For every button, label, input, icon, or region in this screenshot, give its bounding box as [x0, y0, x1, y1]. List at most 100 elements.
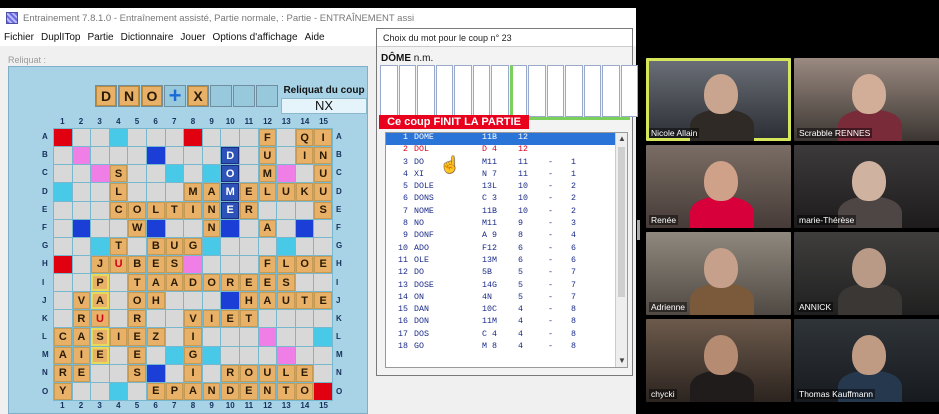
board-cell[interactable]: E — [128, 346, 146, 364]
board-cell[interactable]: R — [54, 364, 72, 382]
board-cell[interactable] — [314, 346, 332, 364]
board-cell[interactable] — [72, 183, 91, 201]
board-cell[interactable] — [295, 310, 314, 328]
board-cell[interactable] — [147, 129, 165, 147]
board-cell[interactable] — [91, 237, 109, 255]
board-cell[interactable]: R — [72, 310, 91, 328]
board-cell[interactable]: R — [221, 274, 239, 292]
board-cell[interactable]: E — [147, 255, 165, 274]
board-cell[interactable] — [72, 165, 91, 183]
board-cell[interactable] — [202, 292, 221, 310]
board-cell[interactable] — [147, 147, 165, 165]
board-cell[interactable]: W — [128, 219, 146, 237]
board-cell[interactable] — [314, 364, 332, 382]
participant-video-tile[interactable]: chycki — [646, 319, 791, 402]
board-cell[interactable] — [91, 219, 109, 237]
board-cell[interactable] — [128, 237, 146, 255]
participant-video-tile[interactable]: ANNICK — [794, 232, 939, 315]
board-cell[interactable] — [91, 364, 109, 382]
board-cell[interactable]: O — [202, 274, 221, 292]
board-cell[interactable] — [147, 165, 165, 183]
board-cell[interactable] — [54, 183, 72, 201]
board-cell[interactable]: I — [184, 201, 202, 219]
board-cell[interactable] — [258, 201, 277, 219]
board-cell[interactable]: D — [221, 382, 239, 400]
board-cell[interactable] — [128, 183, 146, 201]
word-list[interactable]: 1 DÔME 11B 12 2 DOL D 4 12 3 DO M11 11-1 4 XI N 7 11-1 5… — [385, 132, 628, 368]
word-list-row[interactable]: 6 DONS C 3 10 - 2 — [386, 194, 627, 206]
board-cell[interactable] — [277, 129, 295, 147]
board-cell[interactable] — [128, 165, 146, 183]
board-cell[interactable] — [240, 237, 258, 255]
board-cell[interactable] — [221, 219, 239, 237]
word-list-row[interactable]: 7 NOME 11B 10 - 2 — [386, 207, 627, 219]
rack-tile[interactable]: D — [96, 86, 116, 106]
board-cell[interactable]: E — [221, 201, 239, 219]
board-cell[interactable] — [54, 237, 72, 255]
board-cell[interactable] — [109, 129, 128, 147]
board-cell[interactable]: N — [202, 219, 221, 237]
menu-aide[interactable]: Aide — [305, 32, 325, 43]
word-list-row[interactable]: 18 GO M 8 4 - 8 — [386, 342, 627, 354]
menu-options-affichage[interactable]: Options d'affichage — [212, 32, 297, 43]
board-cell[interactable] — [109, 147, 128, 165]
rack-slot[interactable]: X — [187, 85, 209, 107]
word-list-row[interactable]: 13 DOSE 14G 5 - 7 — [386, 281, 627, 293]
board-cell[interactable]: A — [165, 274, 184, 292]
board-cell[interactable]: A — [184, 382, 202, 400]
board-cell[interactable] — [202, 147, 221, 165]
word-list-row[interactable]: 16 DON 11M 4 - 8 — [386, 317, 627, 329]
board-cell[interactable]: I — [72, 346, 91, 364]
board-cell[interactable] — [277, 237, 295, 255]
board-cell[interactable] — [258, 346, 277, 364]
board-cell[interactable] — [91, 201, 109, 219]
board-cell[interactable] — [54, 147, 72, 165]
participant-video-tile[interactable]: Thomas Kauffmann — [794, 319, 939, 402]
board-cell[interactable] — [314, 310, 332, 328]
board-cell[interactable] — [54, 201, 72, 219]
board-cell[interactable] — [147, 346, 165, 364]
board-cell[interactable]: I — [314, 129, 332, 147]
board-cell[interactable]: L — [277, 255, 295, 274]
board-cell[interactable]: K — [295, 183, 314, 201]
board-cell[interactable]: E — [258, 274, 277, 292]
board-cell[interactable]: T — [277, 382, 295, 400]
board-cell[interactable] — [314, 237, 332, 255]
word-list-row[interactable]: 11 OLE 13M 6 - 6 — [386, 256, 627, 268]
word-list-row[interactable]: 5 DOLE 13L 10 - 2 — [386, 182, 627, 194]
board-cell[interactable] — [221, 129, 239, 147]
board-cell[interactable] — [202, 328, 221, 346]
board-cell[interactable]: Q — [295, 129, 314, 147]
menu-partie[interactable]: Partie — [87, 32, 113, 43]
board-cell[interactable] — [128, 382, 146, 400]
board-cell[interactable] — [109, 364, 128, 382]
board-cell[interactable] — [277, 310, 295, 328]
board-cell[interactable]: P — [91, 274, 109, 292]
board-cell[interactable] — [277, 165, 295, 183]
panel-divider[interactable] — [637, 220, 640, 240]
participant-video-tile[interactable]: marie-Thérèse — [794, 145, 939, 228]
board-cell[interactable]: A — [54, 346, 72, 364]
board-cell[interactable]: U — [314, 183, 332, 201]
board-cell[interactable] — [165, 328, 184, 346]
board-cell[interactable] — [72, 201, 91, 219]
board-cell[interactable]: L — [258, 183, 277, 201]
board-cell[interactable] — [202, 255, 221, 274]
board-cell[interactable]: S — [314, 201, 332, 219]
board-cell[interactable]: E — [240, 183, 258, 201]
board-cell[interactable] — [240, 328, 258, 346]
board-cell[interactable]: V — [184, 310, 202, 328]
board-cell[interactable]: E — [147, 382, 165, 400]
board-cell[interactable] — [314, 219, 332, 237]
board-cell[interactable] — [221, 346, 239, 364]
board-cell[interactable] — [54, 129, 72, 147]
rack-slot[interactable]: N — [118, 85, 140, 107]
scroll-thumb[interactable] — [618, 147, 625, 297]
board-cell[interactable] — [109, 219, 128, 237]
board-cell[interactable] — [258, 328, 277, 346]
board-cell[interactable] — [221, 237, 239, 255]
board-cell[interactable]: S — [165, 255, 184, 274]
board-cell[interactable] — [54, 219, 72, 237]
board-cell[interactable]: I — [295, 147, 314, 165]
board-cell[interactable]: O — [128, 292, 146, 310]
